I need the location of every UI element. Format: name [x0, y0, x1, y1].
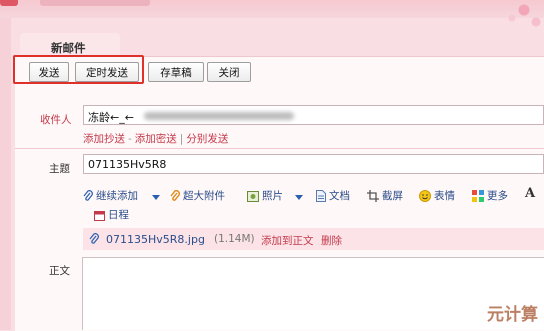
subject-label: 主题: [49, 163, 70, 175]
subject-field[interactable]: 071135Hv5R8: [83, 154, 544, 174]
screenshot-label: 截屏: [382, 190, 403, 202]
schedule-button[interactable]: 日程: [94, 207, 129, 222]
chevron-down-icon[interactable]: [152, 195, 160, 200]
document-icon: [316, 190, 326, 202]
schedule-label: 日程: [108, 209, 129, 221]
emoji-label: 表情: [434, 190, 455, 202]
more-button[interactable]: 更多: [472, 188, 508, 203]
left-strip: [0, 18, 11, 330]
photo-button[interactable]: 照片: [247, 188, 283, 203]
recipient-field[interactable]: 冻龄←_←: [83, 105, 544, 125]
redacted-address: [144, 112, 294, 120]
pipe-separator: |: [179, 133, 184, 145]
top-banner: [0, 0, 544, 18]
large-attachment-button[interactable]: 超大附件: [170, 188, 225, 203]
row-divider: [15, 148, 544, 149]
tab-new-mail-label: 新邮件: [51, 41, 86, 55]
blurred-logo: [0, 0, 18, 6]
attachment-row: 071135Hv5R8.jpg (1.14M) 添加到正文 删除: [83, 228, 544, 250]
attachment-filename[interactable]: 071135Hv5R8.jpg: [106, 233, 205, 246]
screenshot-button[interactable]: 截屏: [367, 188, 403, 203]
photo-label: 照片: [262, 190, 283, 202]
photo-icon: [247, 190, 259, 202]
calendar-icon: [94, 210, 105, 221]
add-to-body-link[interactable]: 添加到正文: [261, 233, 314, 248]
close-button[interactable]: 关闭: [207, 62, 251, 82]
photo-chevron-down-icon[interactable]: [295, 195, 303, 200]
save-draft-button[interactable]: 存草稿: [148, 62, 204, 82]
large-paperclip-icon: [170, 190, 180, 201]
large-attachment-label: 超大附件: [183, 190, 225, 202]
body-editor[interactable]: [82, 257, 544, 330]
grid-icon: [472, 190, 484, 202]
recipient-label: 收件人: [40, 114, 72, 126]
attachment-paperclip-icon: [89, 233, 99, 244]
smiley-icon: [419, 190, 431, 202]
attachment-size: (1.14M): [214, 233, 255, 245]
add-cc-link[interactable]: 添加抄送: [83, 133, 125, 145]
delete-attachment-link[interactable]: 删除: [321, 233, 342, 248]
watermark: 元计算: [487, 305, 538, 325]
subject-value: 071135Hv5R8: [88, 158, 167, 171]
recipient-chip[interactable]: 冻龄←_←: [88, 109, 134, 125]
continue-add-button[interactable]: 继续添加: [83, 188, 138, 203]
screenshot-icon: [367, 190, 379, 202]
blossom-decoration: [484, 0, 544, 40]
blurred-header-text: [40, 0, 150, 6]
paperclip-icon: [83, 190, 93, 201]
recipient-options: 添加抄送 - 添加密送 | 分别发送: [83, 131, 228, 146]
dash-separator: -: [128, 133, 132, 145]
add-bcc-link[interactable]: 添加密送: [135, 133, 177, 145]
body-label: 正文: [49, 265, 70, 277]
highlight-box: [13, 55, 144, 84]
continue-add-label: 继续添加: [96, 190, 138, 202]
emoji-button[interactable]: 表情: [419, 188, 455, 203]
text-format-icon[interactable]: A: [525, 186, 535, 201]
document-button[interactable]: 文档: [316, 188, 350, 203]
separate-send-link[interactable]: 分别发送: [186, 133, 228, 145]
more-label: 更多: [487, 190, 508, 202]
document-label: 文档: [329, 190, 350, 202]
